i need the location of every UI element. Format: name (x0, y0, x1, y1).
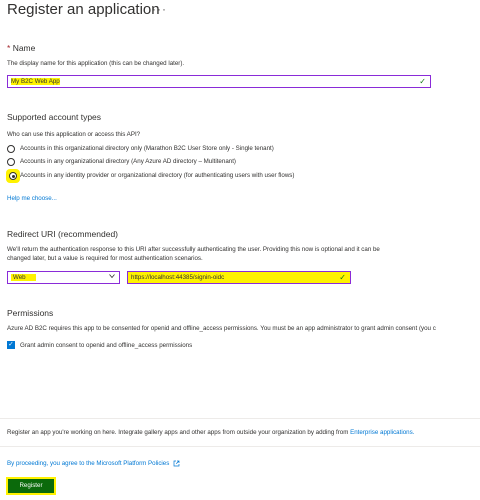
account-types-question: Who can use this application or access t… (7, 131, 141, 138)
option-single-tenant-label: Accounts in this organizational director… (20, 145, 274, 152)
redirect-description-line1: We'll return the authentication response… (7, 246, 380, 253)
option-any-identity-provider-label: Accounts in any identity provider or org… (20, 172, 295, 179)
footer-info: Register an app you're working on here. … (7, 429, 414, 436)
redirect-uri-input[interactable]: https://localhost:44385/signin-oidc ✓ (127, 271, 351, 284)
platform-select-value: Web (11, 274, 36, 281)
platform-select[interactable]: Web (7, 271, 120, 284)
name-input[interactable]: My B2C Web App ✓ (7, 75, 431, 88)
register-button[interactable]: Register (6, 477, 56, 495)
valid-check-icon: ✓ (419, 77, 426, 86)
more-options-button[interactable]: ··· (152, 2, 167, 16)
required-marker: * (7, 43, 11, 53)
enterprise-applications-link[interactable]: Enterprise applications. (350, 429, 414, 436)
help-me-choose-link[interactable]: Help me choose... (7, 195, 57, 202)
chevron-down-icon (109, 274, 115, 279)
name-label: Name (12, 43, 36, 53)
divider (0, 418, 480, 419)
footer-info-text: Register an app you're working on here. … (7, 429, 349, 436)
divider (0, 446, 480, 447)
platform-policies-link[interactable]: By proceeding, you agree to the Microsof… (7, 460, 180, 467)
redirect-uri-value: https://localhost:44385/signin-oidc (131, 274, 225, 281)
radio-single-tenant[interactable] (7, 145, 15, 153)
name-section-label: * Name (7, 43, 35, 53)
radio-multitenant[interactable] (7, 158, 15, 166)
grant-admin-consent-checkbox[interactable]: ✓ (7, 341, 15, 349)
redirect-description-line2: changed later, but a value is required f… (7, 255, 203, 262)
valid-check-icon: ✓ (339, 273, 346, 282)
external-link-icon (173, 460, 180, 467)
platform-policies-text: By proceeding, you agree to the Microsof… (7, 460, 170, 468)
name-input-value: My B2C Web App (11, 78, 60, 85)
radio-any-identity-provider[interactable] (9, 172, 17, 180)
grant-admin-consent-label: Grant admin consent to openid and offlin… (20, 342, 193, 349)
redirect-uri-heading: Redirect URI (recommended) (7, 229, 119, 239)
permissions-description: Azure AD B2C requires this app to be con… (7, 325, 436, 332)
permissions-heading: Permissions (7, 308, 54, 318)
option-multitenant-label: Accounts in any organizational directory… (20, 158, 236, 165)
account-types-heading: Supported account types (7, 112, 102, 122)
page-title: Register an application (7, 1, 160, 18)
name-help-text: The display name for this application (t… (7, 60, 185, 67)
